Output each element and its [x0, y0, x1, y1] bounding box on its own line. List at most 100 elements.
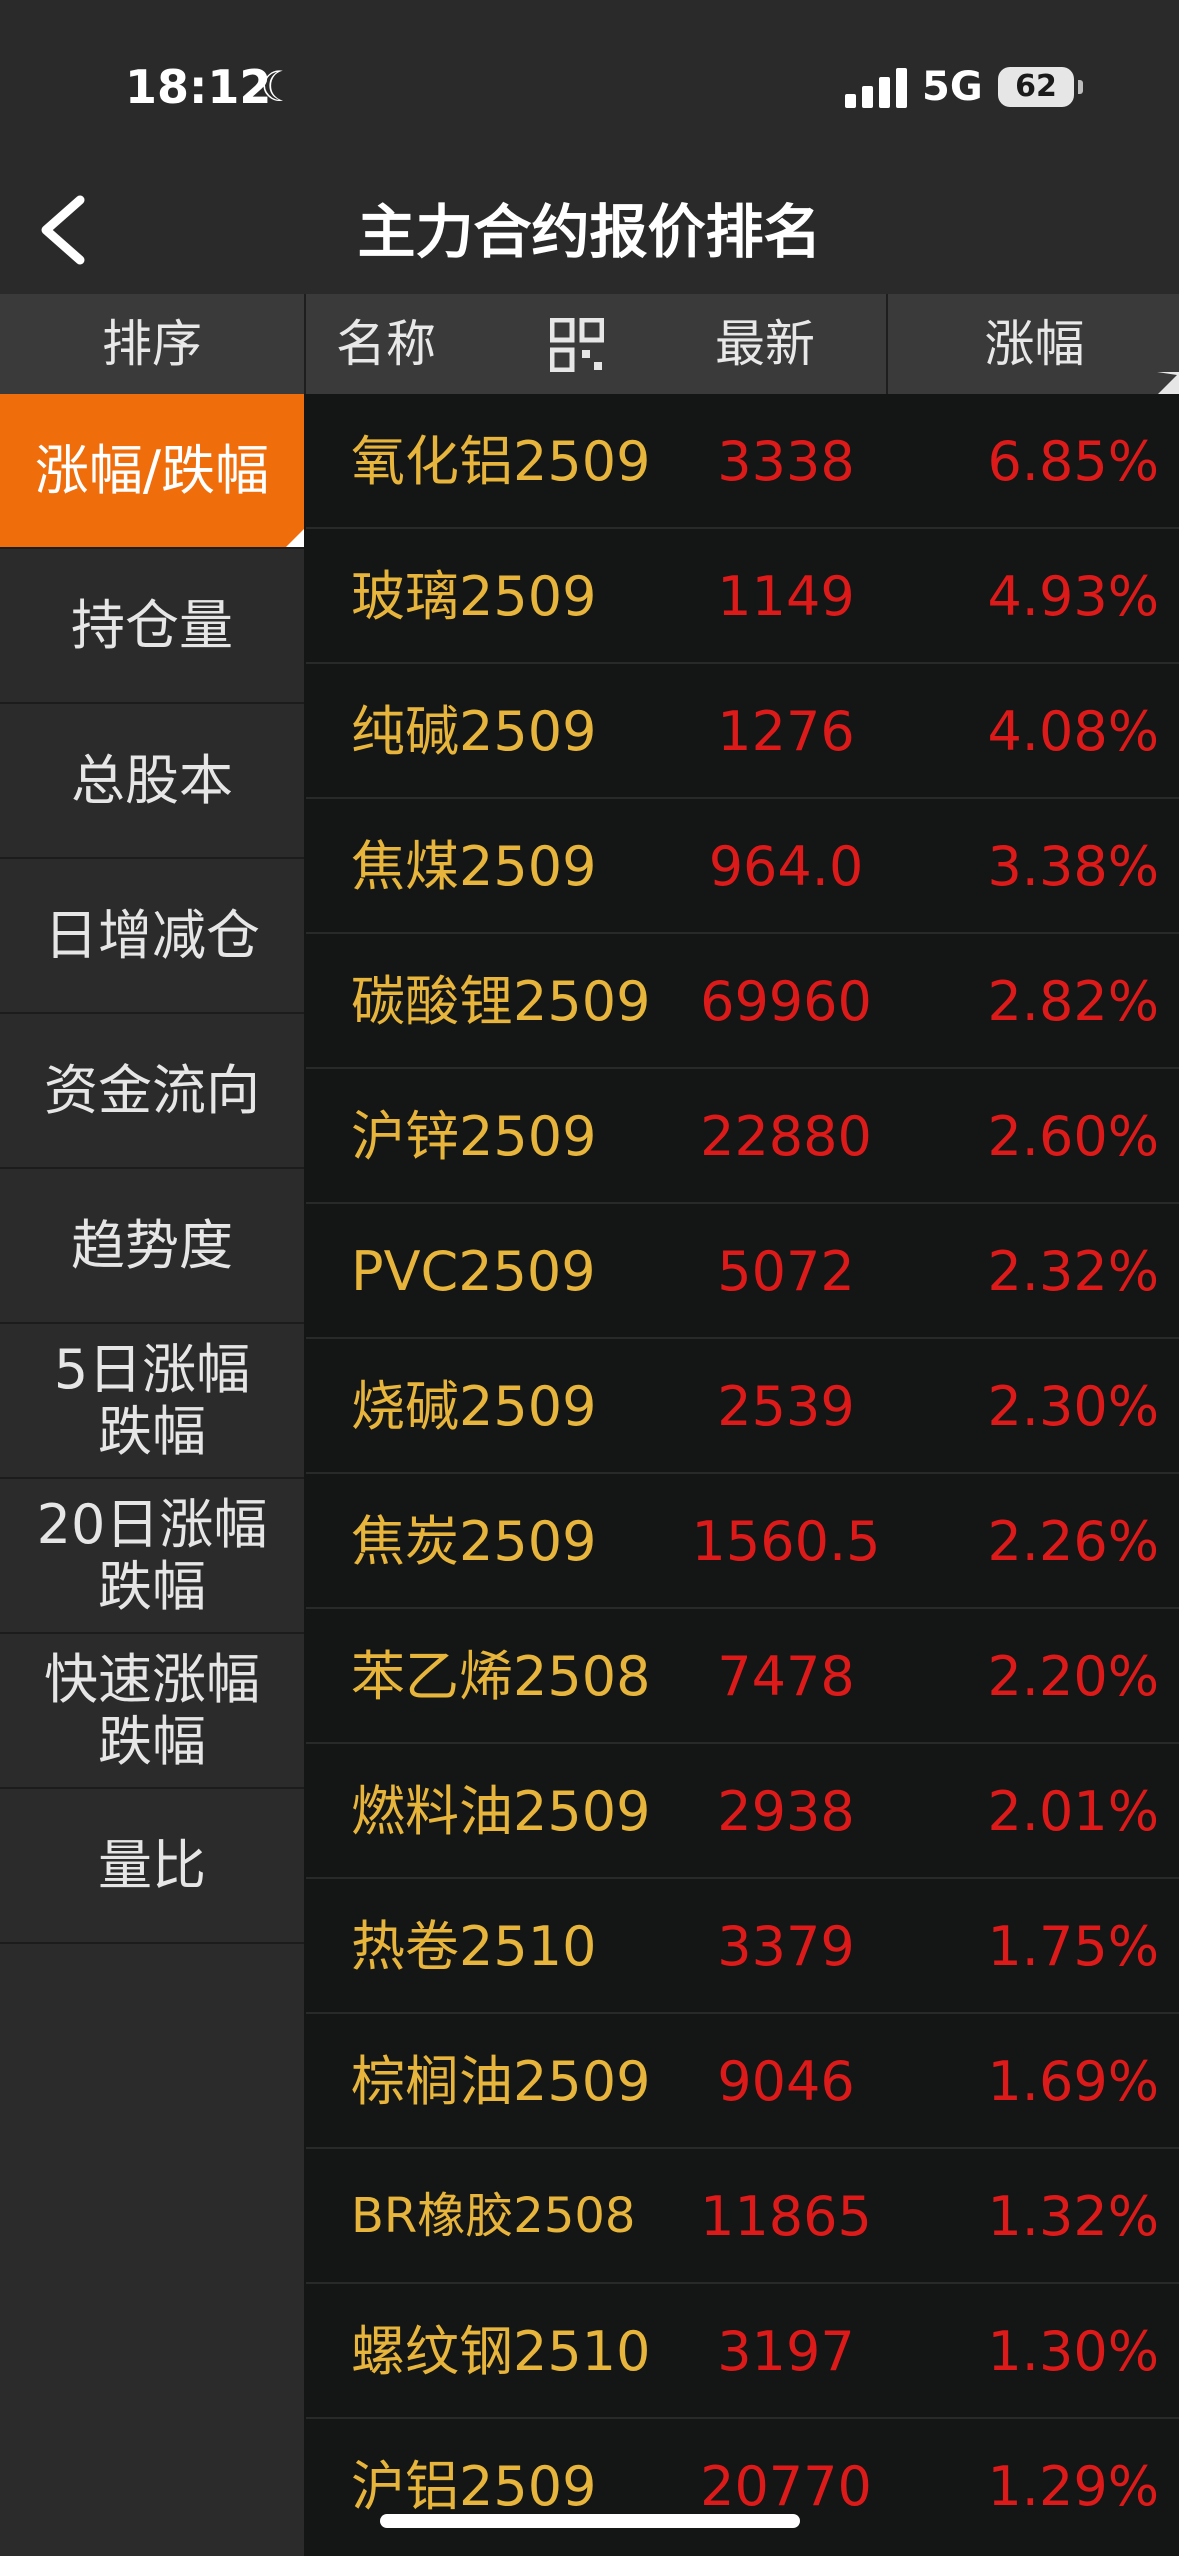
contract-name: 烧碱2509: [351, 1375, 597, 1438]
change-percent: 1.69%: [987, 2050, 1159, 2113]
contract-name: 碳酸锂2509: [351, 970, 651, 1033]
change-percent: 2.32%: [987, 1240, 1159, 1303]
latest-price: 2938: [717, 1780, 855, 1843]
latest-price: 20770: [700, 2455, 872, 2518]
sidebar-item-trend[interactable]: 趋势度: [0, 1169, 304, 1324]
table-row[interactable]: 苯乙烯2508 7478 2.20%: [306, 1609, 1179, 1744]
latest-price: 3338: [717, 430, 855, 493]
contract-name: PVC2509: [351, 1240, 596, 1303]
change-percent: 1.32%: [987, 2185, 1159, 2248]
latest-price: 2539: [717, 1375, 855, 1438]
sidebar-item-daily-position-change[interactable]: 日增减仓: [0, 859, 304, 1014]
table-row[interactable]: 纯碱2509 1276 4.08%: [306, 664, 1179, 799]
change-percent: 1.29%: [987, 2455, 1159, 2518]
latest-column-header[interactable]: 最新: [640, 294, 890, 394]
change-percent: 1.30%: [987, 2320, 1159, 2383]
sidebar-item-20day-change[interactable]: 20日涨幅跌幅: [0, 1479, 304, 1634]
latest-price: 1276: [717, 700, 855, 763]
latest-price: 1560.5: [691, 1510, 881, 1573]
sidebar-item-fast-change[interactable]: 快速涨幅跌幅: [0, 1634, 304, 1789]
latest-price: 1149: [717, 565, 855, 628]
sidebar-item-label: 日增减仓: [44, 903, 260, 967]
table-row[interactable]: 焦煤2509 964.0 3.38%: [306, 799, 1179, 934]
sort-column-label: 排序: [102, 315, 202, 373]
table-row[interactable]: 燃料油2509 2938 2.01%: [306, 1744, 1179, 1879]
table-row[interactable]: 螺纹钢2510 3197 1.30%: [306, 2284, 1179, 2419]
latest-price: 5072: [717, 1240, 855, 1303]
status-bar: 18:12 ☾ 5G 62: [0, 0, 1179, 170]
table-row[interactable]: 棕榈油2509 9046 1.69%: [306, 2014, 1179, 2149]
contract-name: 棕榈油2509: [351, 2050, 651, 2113]
column-divider: [886, 294, 888, 394]
sort-sidebar: 涨幅/跌幅 持仓量 总股本 日增减仓 资金流向 趋势度 5日涨幅跌幅 20日涨幅…: [0, 394, 304, 2556]
selected-indicator-icon: [286, 529, 304, 547]
contract-name: 焦煤2509: [351, 835, 597, 898]
change-percent: 2.60%: [987, 1105, 1159, 1168]
sidebar-item-label: 总股本: [71, 748, 233, 812]
home-indicator[interactable]: [380, 2514, 800, 2528]
table-row[interactable]: 碳酸锂2509 69960 2.82%: [306, 934, 1179, 1069]
change-percent: 4.08%: [987, 700, 1159, 763]
table-row[interactable]: 烧碱2509 2539 2.30%: [306, 1339, 1179, 1474]
latest-price: 3197: [717, 2320, 855, 2383]
sidebar-item-label: 20日涨幅跌幅: [36, 1492, 268, 1618]
change-percent: 2.82%: [987, 970, 1159, 1033]
contract-name: 苯乙烯2508: [351, 1645, 651, 1708]
latest-price: 69960: [700, 970, 872, 1033]
table-row[interactable]: PVC2509 5072 2.32%: [306, 1204, 1179, 1339]
contract-name: 沪铝2509: [351, 2455, 597, 2518]
change-column-header[interactable]: 涨幅: [890, 294, 1179, 394]
table-row[interactable]: 沪铝2509 20770 1.29%: [306, 2419, 1179, 2556]
latest-price: 3379: [717, 1915, 855, 1978]
network-type: 5G: [922, 64, 983, 110]
sidebar-item-label: 资金流向: [44, 1058, 260, 1122]
change-percent: 2.20%: [987, 1645, 1159, 1708]
contract-name: 氧化铝2509: [351, 430, 651, 493]
sidebar-item-label: 5日涨幅跌幅: [53, 1337, 251, 1463]
status-time: 18:12: [125, 60, 272, 114]
sidebar-item-label: 快速涨幅跌幅: [44, 1647, 260, 1773]
qr-code-icon[interactable]: [550, 318, 604, 372]
change-percent: 1.75%: [987, 1915, 1159, 1978]
change-percent: 6.85%: [987, 430, 1159, 493]
sidebar-item-total-capital[interactable]: 总股本: [0, 704, 304, 859]
name-column-header[interactable]: 名称: [336, 294, 436, 394]
contract-name: 玻璃2509: [351, 565, 597, 628]
change-percent: 2.01%: [987, 1780, 1159, 1843]
latest-price: 9046: [717, 2050, 855, 2113]
contract-name: BR橡胶2508: [351, 2188, 636, 2244]
change-percent: 3.38%: [987, 835, 1159, 898]
contract-name: 热卷2510: [351, 1915, 597, 1978]
sidebar-item-change[interactable]: 涨幅/跌幅: [0, 394, 304, 549]
latest-price: 22880: [700, 1105, 872, 1168]
table-row[interactable]: 热卷2510 3379 1.75%: [306, 1879, 1179, 2014]
sidebar-item-volume-ratio[interactable]: 量比: [0, 1789, 304, 1944]
header-bar: 18:12 ☾ 5G 62 主力合约报价排名: [0, 0, 1179, 294]
change-percent: 2.26%: [987, 1510, 1159, 1573]
sort-indicator-icon: [1157, 372, 1179, 395]
change-percent: 2.30%: [987, 1375, 1159, 1438]
change-percent: 4.93%: [987, 565, 1159, 628]
battery-tip: [1078, 80, 1083, 94]
table-row[interactable]: 氧化铝2509 3338 6.85%: [306, 394, 1179, 529]
table-row[interactable]: 玻璃2509 1149 4.93%: [306, 529, 1179, 664]
latest-price: 964.0: [708, 835, 864, 898]
page-title: 主力合约报价排名: [357, 198, 822, 266]
contract-name: 燃料油2509: [351, 1780, 651, 1843]
table-row[interactable]: 焦炭2509 1560.5 2.26%: [306, 1474, 1179, 1609]
table-row[interactable]: 沪锌2509 22880 2.60%: [306, 1069, 1179, 1204]
sidebar-item-open-interest[interactable]: 持仓量: [0, 549, 304, 704]
contract-name: 螺纹钢2510: [351, 2320, 651, 2383]
cellular-signal-icon: [845, 66, 907, 108]
sidebar-item-label: 趋势度: [71, 1213, 233, 1277]
table-row[interactable]: BR橡胶2508 11865 1.32%: [306, 2149, 1179, 2284]
contract-name: 沪锌2509: [351, 1105, 597, 1168]
battery-icon: 62: [998, 67, 1074, 107]
sidebar-item-capital-flow[interactable]: 资金流向: [0, 1014, 304, 1169]
sidebar-item-label: 量比: [98, 1833, 206, 1897]
contract-name: 焦炭2509: [351, 1510, 597, 1573]
do-not-disturb-icon: ☾: [260, 62, 298, 111]
sidebar-item-label: 涨幅/跌幅: [34, 438, 270, 502]
sidebar-item-5day-change[interactable]: 5日涨幅跌幅: [0, 1324, 304, 1479]
sidebar-item-label: 持仓量: [71, 593, 233, 657]
